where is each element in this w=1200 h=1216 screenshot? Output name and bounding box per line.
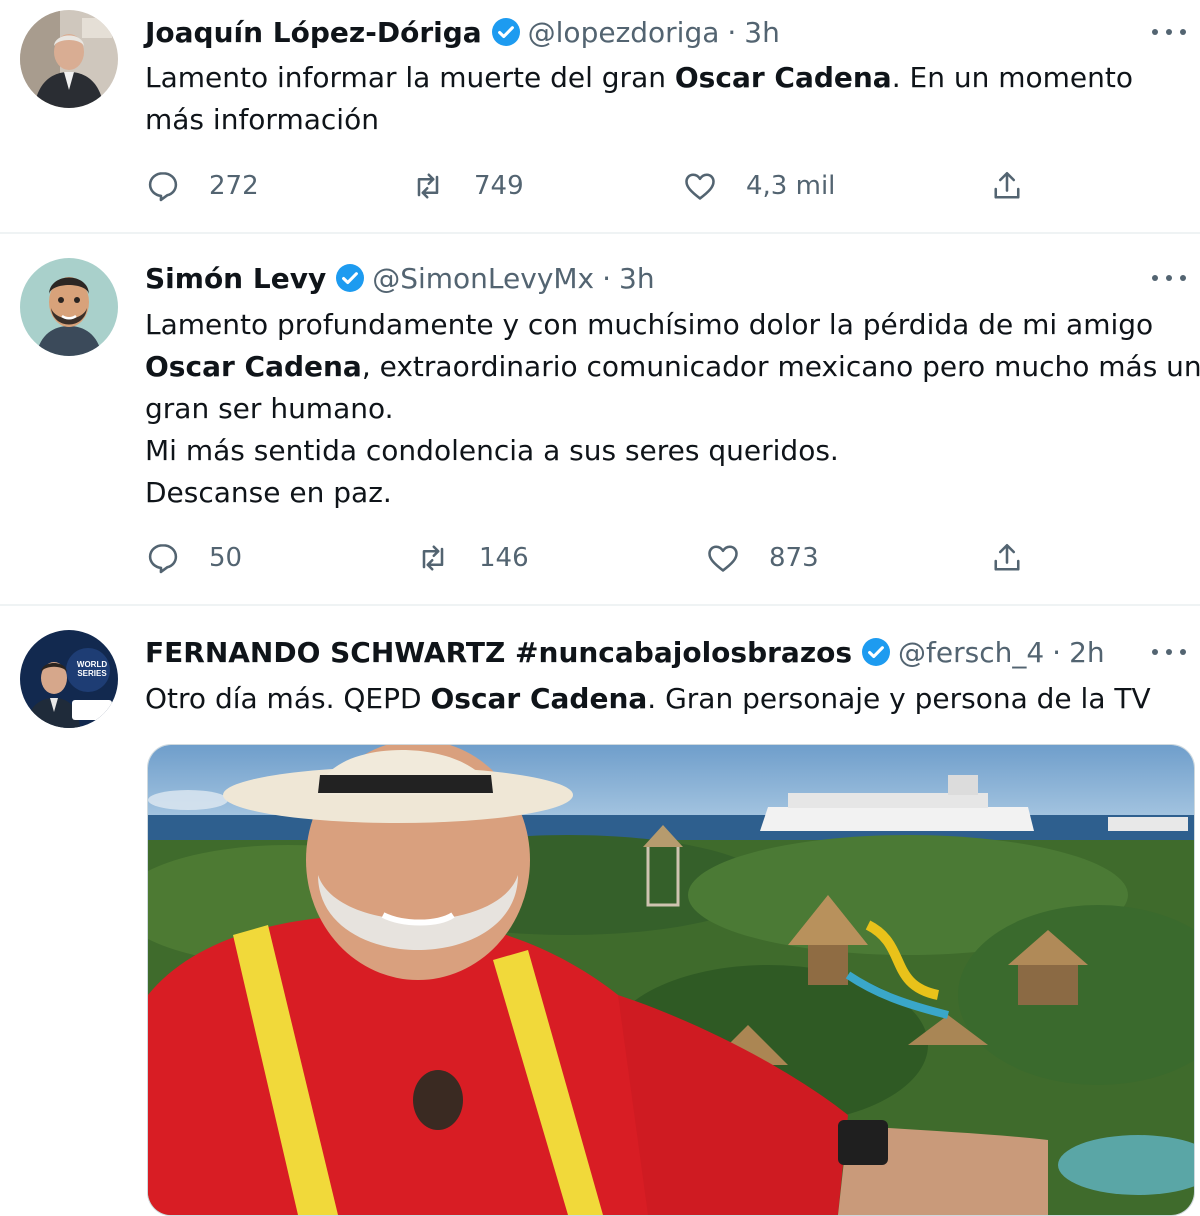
- share-button[interactable]: [989, 166, 1053, 206]
- tweet-line: Mi más sentida condolencia a sus seres q…: [145, 434, 839, 467]
- tweet-divider: [0, 232, 1200, 234]
- heart-icon: [685, 173, 715, 200]
- display-name[interactable]: Joaquín López-Dóriga: [145, 16, 482, 49]
- retweet-button[interactable]: 146: [415, 538, 529, 578]
- tweet-line: Lamento informar la muerte del gran Osca…: [145, 61, 1133, 94]
- tweet-line: Oscar Cadena, extraordinario comunicador…: [145, 350, 1200, 383]
- reply-button[interactable]: 272: [145, 166, 259, 206]
- world-series-badge: WORLD SERIES: [76, 660, 108, 678]
- reply-count: 50: [209, 543, 243, 573]
- like-button[interactable]: 873: [705, 538, 819, 578]
- handle[interactable]: @lopezdoriga: [528, 16, 720, 49]
- like-button[interactable]: 4,3 mil: [682, 166, 835, 206]
- retweet-count: 749: [474, 171, 524, 201]
- retweet-count: 146: [479, 543, 529, 573]
- tweet-divider: [0, 604, 1200, 606]
- timestamp[interactable]: 3h: [744, 16, 780, 49]
- mention-bold: Oscar Cadena: [145, 350, 362, 383]
- verified-badge-icon: [490, 16, 522, 48]
- photo-scene: [148, 745, 1194, 1215]
- timeline: Joaquín López-Dóriga @lopezdoriga · 3h L…: [0, 0, 1200, 1216]
- tweet-line: Lamento profundamente y con muchísimo do…: [145, 308, 1154, 341]
- tweet-text: Otro día más. QEPD Oscar Cadena. Gran pe…: [145, 678, 1195, 720]
- share-icon: [994, 171, 1020, 199]
- separator-dot: ·: [727, 15, 737, 49]
- mention-bold: Oscar Cadena: [674, 61, 892, 94]
- mention-bold: Oscar Cadena: [430, 682, 648, 715]
- share-button[interactable]: [989, 538, 1053, 578]
- tweet-line: Otro día más. QEPD Oscar Cadena. Gran pe…: [145, 682, 1151, 715]
- tweet-line: Descanse en paz.: [145, 476, 392, 509]
- retweet-icon: [417, 173, 439, 199]
- reply-icon: [148, 543, 178, 574]
- tweet-line: más información: [145, 103, 379, 136]
- avatar[interactable]: [20, 10, 118, 108]
- tweet-header: Joaquín López-Dóriga @lopezdoriga · 3h: [145, 12, 780, 52]
- tweet-header: FERNANDO SCHWARTZ #nuncabajolosbrazos @f…: [145, 632, 1105, 672]
- reply-button[interactable]: 50: [145, 538, 242, 578]
- tweet-photo[interactable]: [147, 744, 1195, 1216]
- tweet-text: Lamento profundamente y con muchísimo do…: [145, 304, 1200, 514]
- separator-dot: ·: [602, 261, 612, 295]
- share-icon: [994, 543, 1020, 571]
- retweet-button[interactable]: 749: [410, 166, 524, 206]
- more-options-icon[interactable]: [1152, 642, 1186, 662]
- handle[interactable]: @fersch_4: [898, 636, 1044, 669]
- tweet-actions: 50 146 873: [145, 538, 1045, 578]
- display-name[interactable]: Simón Levy: [145, 262, 326, 295]
- more-options-icon[interactable]: [1152, 268, 1186, 288]
- like-count: 4,3 mil: [746, 171, 836, 201]
- reply-icon: [148, 171, 178, 202]
- timestamp[interactable]: 3h: [619, 262, 655, 295]
- like-count: 873: [769, 543, 819, 573]
- avatar[interactable]: [20, 258, 118, 356]
- verified-badge-icon: [334, 262, 366, 294]
- reply-count: 272: [209, 171, 259, 201]
- tweet-line: gran ser humano.: [145, 392, 394, 425]
- retweet-icon: [422, 545, 444, 571]
- tweet-actions: 272 749 4,3 mil: [145, 166, 1045, 206]
- tweet-text: Lamento informar la muerte del gran Osca…: [145, 57, 1195, 141]
- handle[interactable]: @SimonLevyMx: [372, 262, 594, 295]
- timestamp[interactable]: 2h: [1069, 636, 1105, 669]
- separator-dot: ·: [1052, 635, 1062, 669]
- display-name[interactable]: FERNANDO SCHWARTZ #nuncabajolosbrazos: [145, 636, 852, 669]
- tweet-header: Simón Levy @SimonLevyMx · 3h: [145, 258, 655, 298]
- avatar[interactable]: WORLD SERIES: [20, 630, 118, 728]
- heart-icon: [708, 545, 738, 572]
- verified-badge-icon: [860, 636, 892, 668]
- more-options-icon[interactable]: [1152, 22, 1186, 42]
